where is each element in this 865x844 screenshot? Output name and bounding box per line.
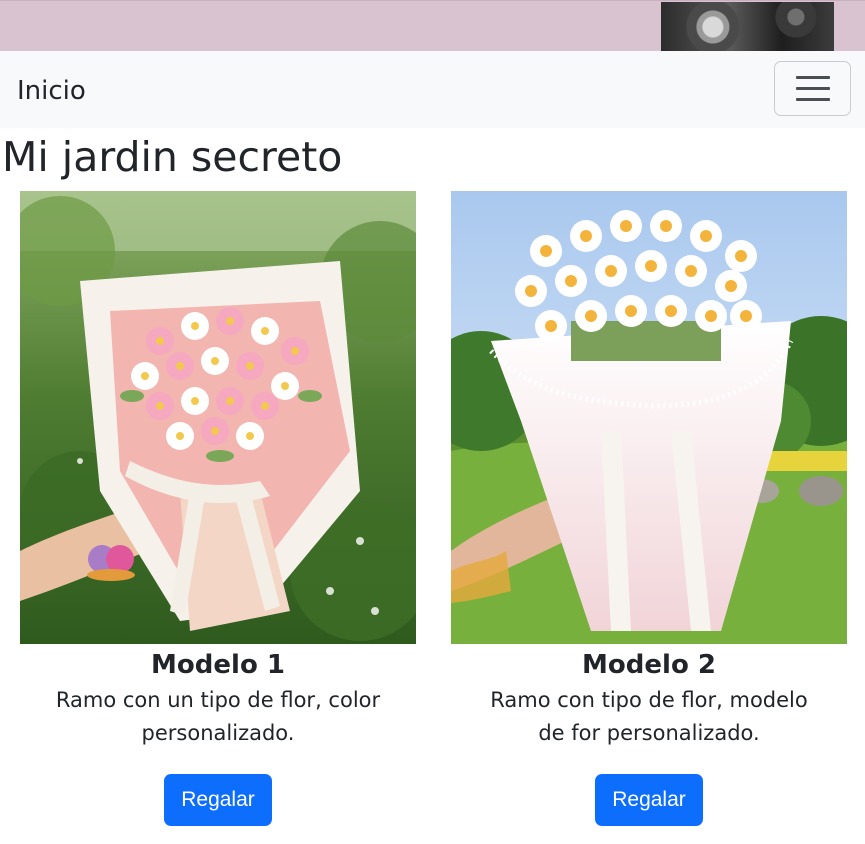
- card-description: Ramo con un tipo de flor, color personal…: [55, 688, 381, 745]
- card-description: Ramo con tipo de flor, modelo de for per…: [490, 688, 808, 745]
- regalar-button[interactable]: Regalar: [595, 774, 703, 826]
- navbar-toggler-button[interactable]: [774, 61, 851, 116]
- regalar-button[interactable]: Regalar: [164, 774, 272, 826]
- banner-rose-image: [661, 2, 834, 52]
- page-title: Mi jardin secreto: [2, 133, 343, 181]
- product-card-modelo-2: Modelo 2 Ramo con tipo de flor, modelo d…: [451, 191, 847, 826]
- navbar-brand-link[interactable]: Inicio: [17, 75, 86, 107]
- top-banner: [0, 0, 865, 52]
- card-title: Modelo 2: [582, 650, 716, 680]
- navbar: Inicio: [0, 51, 865, 128]
- bouquet-white-daisies-image: [451, 191, 847, 644]
- bouquet-pink-flowers-image: [20, 191, 416, 644]
- card-title: Modelo 1: [151, 650, 285, 680]
- menu-crochets-logo: [87, 545, 135, 581]
- product-card-modelo-1: Modelo 1 Ramo con un tipo de flor, color…: [20, 191, 416, 826]
